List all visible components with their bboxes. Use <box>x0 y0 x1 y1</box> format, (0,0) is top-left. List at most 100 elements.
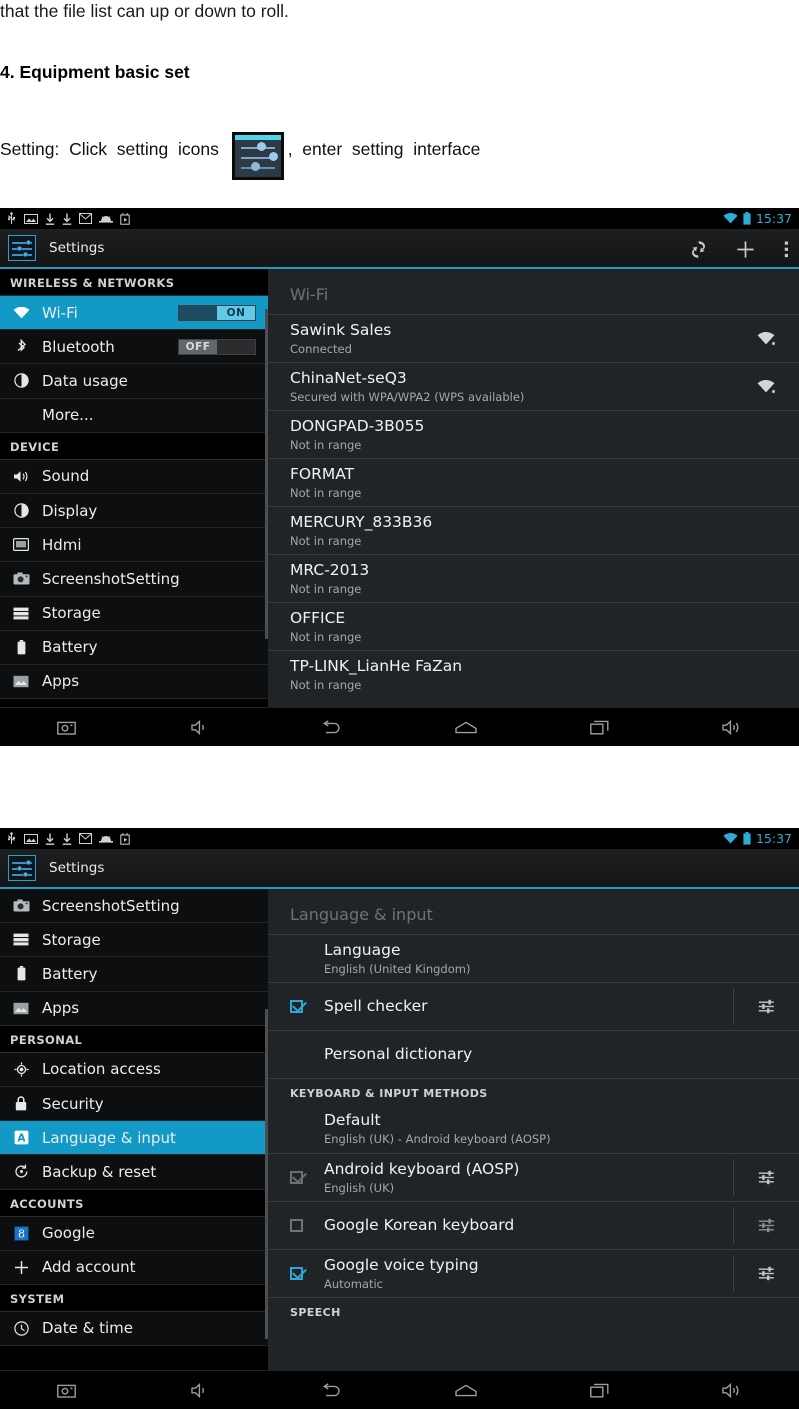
sidebar-item-backup-reset[interactable]: Backup & reset <box>0 1155 268 1190</box>
sidebar-item-apps[interactable]: Apps <box>0 991 268 1026</box>
download-icon <box>62 833 72 845</box>
checkbox-cell[interactable] <box>290 1219 324 1232</box>
wifi-network-row[interactable]: ChinaNet-seQ3 Secured with WPA/WPA2 (WPS… <box>268 362 799 410</box>
sliders-settings-icon <box>758 1218 774 1233</box>
sidebar-item-bluetooth[interactable]: Bluetooth OFF <box>0 330 268 365</box>
volume-down-button[interactable] <box>133 1371 266 1410</box>
section-header-keyboard: KEYBOARD & INPUT METHODS <box>268 1078 799 1105</box>
home-icon <box>455 1384 477 1396</box>
backup-icon <box>10 1164 32 1179</box>
google-korean-keyboard-settings-button[interactable] <box>733 1207 799 1244</box>
wifi-network-row[interactable]: FORMAT Not in range <box>268 458 799 506</box>
sidebar-item-battery[interactable]: Battery <box>0 957 268 992</box>
sidebar-item-security[interactable]: Security <box>0 1086 268 1122</box>
screenshot-button[interactable] <box>0 1371 133 1410</box>
recents-button[interactable] <box>533 708 666 747</box>
spell-checker-settings-button[interactable] <box>733 988 799 1025</box>
sidebar-item-date-time[interactable]: Date & time <box>0 1311 268 1347</box>
wifi-toggle-switch[interactable]: ON <box>178 304 256 321</box>
volume-up-button[interactable] <box>666 708 799 747</box>
home-button[interactable] <box>400 708 533 747</box>
sidebar-item-storage[interactable]: Storage <box>0 923 268 958</box>
checkbox-cell[interactable] <box>290 1267 324 1280</box>
home-button[interactable] <box>400 1371 533 1410</box>
apps-icon <box>10 675 32 688</box>
bluetooth-toggle-switch[interactable]: OFF <box>178 338 256 355</box>
sidebar-item-data-usage[interactable]: Data usage <box>0 364 268 399</box>
setting-row-language[interactable]: Language English (United Kingdom) <box>268 934 799 982</box>
scan-button[interactable] <box>690 240 707 259</box>
camera-icon <box>57 1384 76 1398</box>
wifi-ssid: OFFICE <box>290 608 346 627</box>
volume-down-button[interactable] <box>133 708 266 747</box>
setting-row-default-keyboard[interactable]: Default English (UK) - Android keyboard … <box>268 1105 799 1153</box>
screenshot-button[interactable] <box>0 708 133 747</box>
wifi-network-row[interactable]: DONGPAD-3B055 Not in range <box>268 410 799 458</box>
wifi-signal-cell <box>733 320 799 357</box>
data-usage-icon <box>10 373 32 389</box>
sidebar-item-location-access[interactable]: Location access <box>0 1052 268 1087</box>
sidebar-item-label: More... <box>42 406 94 425</box>
wifi-network-row[interactable]: MRC-2013 Not in range <box>268 554 799 602</box>
sidebar-item-label: Battery <box>42 638 98 657</box>
settings-cell <box>733 1036 799 1073</box>
sidebar-item-hdmi[interactable]: Hdmi <box>0 528 268 563</box>
wifi-network-row[interactable]: MERCURY_833B36 Not in range <box>268 506 799 554</box>
add-network-button[interactable] <box>736 240 755 259</box>
action-bar-title: Settings <box>49 240 105 256</box>
setting-row-google-voice-typing[interactable]: Google voice typing Automatic <box>268 1249 799 1297</box>
settings-sidebar[interactable]: ScreenshotSetting Storage Battery Apps P… <box>0 889 268 1370</box>
overflow-menu-button[interactable] <box>784 240 789 259</box>
sidebar-item-google[interactable]: 8 Google <box>0 1216 268 1251</box>
sidebar-item-battery[interactable]: Battery <box>0 630 268 665</box>
back-button[interactable] <box>266 708 399 747</box>
recents-button[interactable] <box>533 1371 666 1410</box>
wifi-signal-cell <box>733 656 799 693</box>
sidebar-item-label: Display <box>42 501 98 520</box>
back-button[interactable] <box>266 1371 399 1410</box>
setting-row-spell-checker[interactable]: Spell checker <box>268 982 799 1030</box>
google-voice-typing-checkbox[interactable] <box>290 1267 303 1280</box>
wifi-network-row[interactable]: TP-LINK_LianHe FaZan Not in range <box>268 650 799 698</box>
sidebar-item-screenshotsetting[interactable]: ScreenshotSetting <box>0 889 268 924</box>
google-voice-typing-settings-button[interactable] <box>733 1255 799 1292</box>
sidebar-item-add-account[interactable]: Add account <box>0 1250 268 1285</box>
spell-checker-checkbox[interactable] <box>290 1000 303 1013</box>
status-bar-system-icons: 15:37 <box>723 828 792 849</box>
wifi-ssid: Sawink Sales <box>290 320 392 339</box>
sidebar-item-label: Backup & reset <box>42 1162 157 1181</box>
wifi-icon <box>723 213 738 224</box>
android-keyboard-checkbox[interactable] <box>290 1171 303 1184</box>
checkbox-cell[interactable] <box>290 1171 324 1184</box>
sidebar-item-wifi[interactable]: Wi-Fi ON <box>0 296 268 331</box>
volume-down-icon <box>191 1382 204 1398</box>
status-bar-clock: 15:37 <box>755 831 792 846</box>
location-icon <box>10 1062 32 1077</box>
image-icon <box>24 833 38 844</box>
sidebar-item-label: Apps <box>42 999 80 1018</box>
sidebar-item-language-input[interactable]: A Language & input <box>0 1121 268 1156</box>
sidebar-item-more[interactable]: More... <box>0 398 268 433</box>
wifi-network-row[interactable]: OFFICE Not in range <box>268 602 799 650</box>
wifi-network-row[interactable]: Sawink Sales Connected <box>268 314 799 362</box>
wifi-icon <box>723 833 738 844</box>
settings-cell <box>733 940 799 977</box>
sidebar-item-display[interactable]: Display <box>0 493 268 529</box>
setting-row-personal-dictionary[interactable]: Personal dictionary <box>268 1030 799 1078</box>
sidebar-item-sound[interactable]: Sound <box>0 459 268 494</box>
sidebar-item-screenshotsetting[interactable]: ScreenshotSetting <box>0 562 268 597</box>
checkbox-cell[interactable] <box>290 1000 324 1013</box>
sidebar-item-storage[interactable]: Storage <box>0 596 268 631</box>
setting-row-android-keyboard[interactable]: Android keyboard (AOSP) English (UK) <box>268 1153 799 1201</box>
android-keyboard-settings-button[interactable] <box>733 1159 799 1196</box>
google-korean-keyboard-checkbox[interactable] <box>290 1219 303 1232</box>
plus-icon <box>737 240 754 258</box>
settings-sidebar[interactable]: WIRELESS & NETWORKS Wi-Fi ON Bluetooth O… <box>0 269 268 707</box>
sound-icon <box>10 470 32 483</box>
sidebar-item-label: Location access <box>42 1060 161 1079</box>
volume-up-button[interactable] <box>666 1371 799 1410</box>
sidebar-item-apps[interactable]: Apps <box>0 664 268 700</box>
setting-row-google-korean-keyboard[interactable]: Google Korean keyboard <box>268 1201 799 1249</box>
sidebar-item-label: Battery <box>42 964 98 983</box>
setting-title: Personal dictionary <box>324 1045 473 1063</box>
